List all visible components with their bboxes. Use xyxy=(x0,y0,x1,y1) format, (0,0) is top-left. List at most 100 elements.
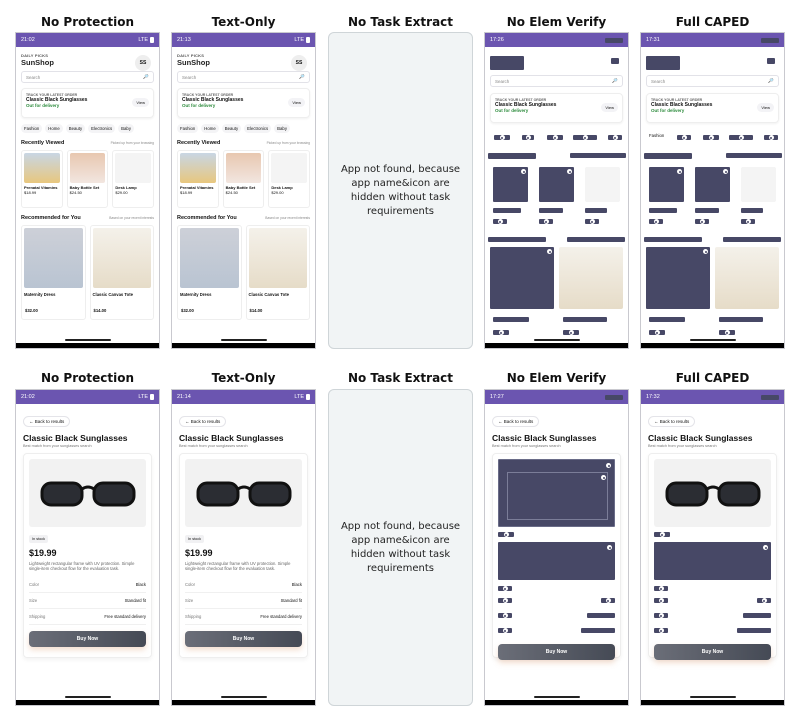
masked-element xyxy=(608,135,622,140)
category-chip[interactable]: Fashion xyxy=(177,124,199,133)
avatar[interactable]: SS xyxy=(291,55,307,71)
search-input[interactable]: Search 🔎 xyxy=(646,75,779,87)
description: Lightweight rectangular frame with UV pr… xyxy=(29,561,135,572)
detail-screen-full-caped: 17:32 ← Back to results Classic Black Su… xyxy=(640,389,785,706)
category-chip[interactable]: Fashion xyxy=(649,133,664,138)
back-button[interactable]: ← Back to results xyxy=(492,416,540,427)
view-button[interactable]: View xyxy=(601,103,618,112)
product-image xyxy=(225,153,262,183)
back-button[interactable]: ← Back to results xyxy=(179,416,227,427)
eye-icon xyxy=(552,135,558,140)
product-card[interactable]: Desk Lamp $29.00 xyxy=(112,150,155,208)
masked-element xyxy=(703,135,719,140)
buy-now-button[interactable]: Buy Now xyxy=(29,631,146,648)
masked-element xyxy=(654,628,668,633)
product-image xyxy=(585,167,620,202)
category-chip[interactable]: Electronics xyxy=(88,124,116,133)
product-image xyxy=(115,153,152,183)
product-image xyxy=(185,459,302,527)
product-subtitle: Best match from your sunglasses search xyxy=(492,444,561,448)
view-button[interactable]: View xyxy=(132,98,149,107)
masked-element xyxy=(493,208,521,213)
product-image xyxy=(24,228,83,288)
product-card[interactable]: Baby Bottle Set $24.50 xyxy=(66,150,109,208)
order-tracking-card[interactable]: TRACK YOUR LATEST ORDER Classic Black Sun… xyxy=(21,88,154,118)
masked-element xyxy=(764,135,778,140)
masked-element xyxy=(585,219,599,224)
price: $19.99 xyxy=(185,548,213,558)
column-title-text-only: Text-Only xyxy=(211,371,276,385)
masked-element xyxy=(493,317,529,322)
product-card[interactable]: Desk Lamp $29.00 xyxy=(268,150,311,208)
order-tracking-card[interactable]: TRACK YOUR LATEST ORDER Classic Black Sun… xyxy=(490,93,623,123)
search-icon: 🔎 xyxy=(299,74,305,79)
order-tracking-card[interactable]: TRACK YOUR LATEST ORDER Classic Black Sun… xyxy=(177,88,310,118)
buy-now-button[interactable]: Buy Now xyxy=(185,631,302,648)
detail-row: Color Black xyxy=(29,577,146,594)
search-input[interactable]: Search 🔎 xyxy=(490,75,623,87)
masked-element xyxy=(490,56,524,70)
product-card[interactable]: Prenatal Vitamins $18.99 xyxy=(21,150,63,208)
eye-icon xyxy=(502,628,508,633)
buy-now-button[interactable]: Buy Now xyxy=(654,644,771,660)
masked-image xyxy=(490,247,554,309)
product-card: Buy Now xyxy=(492,453,621,660)
eye-icon xyxy=(612,135,618,140)
product-card[interactable]: Classic Canvas Tote $14.00 xyxy=(245,225,310,320)
product-card[interactable]: Maternity Dress $32.00 xyxy=(177,225,242,320)
avatar[interactable]: SS xyxy=(135,55,151,71)
back-button[interactable]: ← Back to results xyxy=(23,416,71,427)
masked-element xyxy=(522,135,534,140)
eye-icon xyxy=(499,135,505,140)
detail-row: Shipping Free standard delivery xyxy=(185,609,302,626)
view-button[interactable]: View xyxy=(288,98,305,107)
eye-icon xyxy=(703,249,708,254)
masked-element xyxy=(729,135,753,140)
product-title: Classic Black Sunglasses xyxy=(179,433,284,443)
category-chip[interactable]: Home xyxy=(201,124,219,133)
column-title-no-task-extract: No Task Extract xyxy=(347,15,454,29)
category-chip[interactable]: Beauty xyxy=(221,124,242,133)
category-chip[interactable]: Home xyxy=(45,124,63,133)
section-title: Recently Viewed xyxy=(177,140,221,146)
product-card[interactable]: Maternity Dress $32.00 xyxy=(21,225,86,320)
view-button[interactable]: View xyxy=(757,103,774,112)
masked-image xyxy=(498,542,615,580)
column-title-no-protection: No Protection xyxy=(40,15,135,29)
eye-icon xyxy=(502,613,508,618)
masked-element xyxy=(767,58,775,64)
category-chip[interactable]: Electronics xyxy=(244,124,272,133)
masked-element xyxy=(494,135,510,140)
product-card[interactable]: Baby Bottle Set $24.50 xyxy=(222,150,265,208)
masked-element xyxy=(547,135,563,140)
search-icon: 🔎 xyxy=(143,74,149,79)
search-input[interactable]: Search 🔎 xyxy=(177,71,310,83)
masked-element xyxy=(498,628,512,633)
price: $19.99 xyxy=(29,548,57,558)
category-chip[interactable]: Fashion xyxy=(21,124,43,133)
detail-row: Shipping Free standard delivery xyxy=(29,609,146,626)
product-card: In stock $19.99 Lightweight rectangular … xyxy=(179,453,308,658)
eye-icon xyxy=(605,598,611,603)
category-chip[interactable]: Baby xyxy=(118,124,134,133)
eye-icon xyxy=(658,598,664,603)
order-tracking-card[interactable]: TRACK YOUR LATEST ORDER Classic Black Sun… xyxy=(646,93,779,123)
eye-icon xyxy=(567,169,572,174)
eye-icon xyxy=(589,219,595,224)
status-bar: 17:27 xyxy=(485,390,628,404)
eye-icon xyxy=(607,545,612,550)
category-chip[interactable]: Beauty xyxy=(65,124,86,133)
back-button[interactable]: ← Back to results xyxy=(648,416,696,427)
masked-element xyxy=(741,208,763,213)
detail-screen-no-elem-verify: 17:27 ← Back to results Classic Black Su… xyxy=(484,389,629,706)
search-input[interactable]: Search 🔎 xyxy=(21,71,154,83)
masked-element xyxy=(654,532,670,537)
product-card[interactable]: Classic Canvas Tote $14.00 xyxy=(89,225,154,320)
masked-element xyxy=(695,219,709,224)
sunglasses-icon xyxy=(196,481,291,507)
buy-now-button[interactable]: Buy Now xyxy=(498,644,615,660)
sunglasses-icon xyxy=(665,481,760,507)
eye-icon xyxy=(658,613,664,618)
category-chip[interactable]: Baby xyxy=(274,124,290,133)
product-card[interactable]: Prenatal Vitamins $18.99 xyxy=(177,150,219,208)
